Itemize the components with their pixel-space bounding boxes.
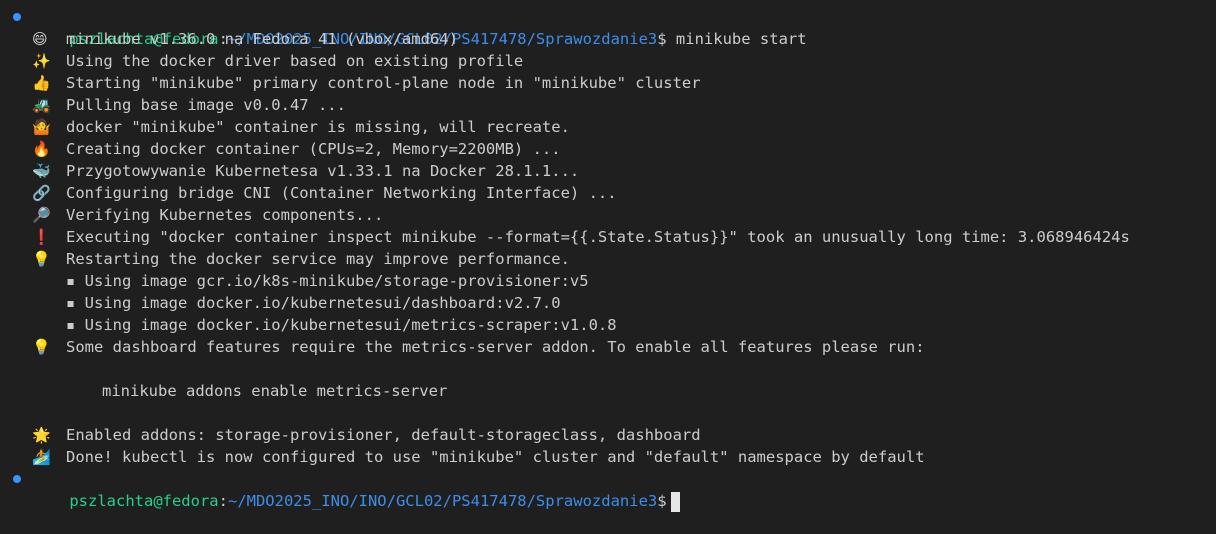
image-line: ▪ Using image gcr.io/k8s-minikube/storag… (66, 272, 589, 290)
output-text: Enabled addons: storage-provisioner, def… (66, 426, 701, 444)
output-line: 🔥 Creating docker container (CPUs=2, Memo… (0, 138, 1216, 160)
output-text: docker "minikube" container is missing, … (66, 118, 570, 136)
output-line: 💡 Restarting the docker service may impro… (0, 248, 1216, 270)
command-status-dot-icon[interactable] (13, 13, 21, 21)
star-icon: 🌟 (32, 426, 51, 444)
image-line: ▪ Using image docker.io/kubernetesui/met… (66, 316, 617, 334)
exclamation-icon: ❗ (32, 228, 51, 246)
terminal-window[interactable]: pszlachta@fedora:~/MDO2025_INO/INO/GCL02… (0, 0, 1216, 512)
sparkles-icon: ✨ (32, 52, 51, 70)
shrug-icon: 🤷 (32, 118, 51, 136)
output-text: Using the docker driver based on existin… (66, 52, 524, 70)
output-text: Starting "minikube" primary control-plan… (66, 74, 701, 92)
lightbulb-icon: 💡 (32, 338, 51, 356)
prompt-dollar: $ (657, 492, 667, 510)
command-status-dot-icon[interactable] (13, 475, 21, 483)
output-line: ✨ Using the docker driver based on existi… (0, 50, 1216, 72)
prompt-separator: : (218, 492, 228, 510)
output-text: Executing "docker container inspect mini… (66, 228, 1130, 246)
output-text: Configuring bridge CNI (Container Networ… (66, 184, 617, 202)
output-line: 🔗 Configuring bridge CNI (Container Netwo… (0, 182, 1216, 204)
output-line: 🐳 Przygotowywanie Kubernetesa v1.33.1 na … (0, 160, 1216, 182)
prompt-line: pszlachta@fedora:~/MDO2025_INO/INO/GCL02… (0, 468, 1216, 512)
output-text: Restarting the docker service may improv… (66, 250, 570, 268)
hint-line: 💡 Some dashboard features require the met… (0, 336, 1216, 358)
output-line: ❗ Executing "docker container inspect min… (0, 226, 1216, 248)
output-text: Done! kubectl is now configured to use "… (66, 448, 925, 466)
output-line: 🌟 Enabled addons: storage-provisioner, de… (0, 424, 1216, 446)
image-line: ▪ Using image docker.io/kubernetesui/das… (66, 294, 561, 312)
output-text: Creating docker container (CPUs=2, Memor… (66, 140, 561, 158)
magnifier-icon: 🔎 (32, 206, 51, 224)
whale-icon: 🐳 (32, 162, 51, 180)
hint-command: minikube addons enable metrics-server (102, 382, 448, 400)
smiling-face-icon: 😄 (32, 30, 48, 48)
prompt-line: pszlachta@fedora:~/MDO2025_INO/INO/GCL02… (0, 6, 1216, 48)
prompt-user-host: pszlachta@fedora (69, 492, 219, 510)
output-text: Pulling base image v0.0.47 ... (66, 96, 346, 114)
output-line: 🚜 Pulling base image v0.0.47 ... (0, 94, 1216, 116)
prompt-path: ~/MDO2025_INO/INO/GCL02/PS417478/Sprawoz… (227, 492, 658, 510)
output-line: 🏄 Done! kubectl is now configured to use … (0, 446, 1216, 468)
lightbulb-icon: 💡 (32, 250, 51, 268)
output-text: Verifying Kubernetes components... (66, 206, 384, 224)
hint-text: Some dashboard features require the metr… (66, 338, 925, 356)
output-line: 🤷 docker "minikube" container is missing,… (0, 116, 1216, 138)
fire-icon: 🔥 (32, 140, 51, 158)
output-line: 😄 minikube v1.36.0 na Fedora 41 (vbox/amd… (0, 28, 1216, 50)
output-text: Przygotowywanie Kubernetesa v1.33.1 na D… (66, 162, 580, 180)
output-text: minikube v1.36.0 na Fedora 41 (vbox/amd6… (66, 30, 458, 48)
link-icon: 🔗 (32, 184, 51, 202)
output-line: 🔎 Verifying Kubernetes components... (0, 204, 1216, 226)
output-line: 👍 Starting "minikube" primary control-pla… (0, 72, 1216, 94)
surfer-icon: 🏄 (32, 448, 51, 466)
tractor-icon: 🚜 (32, 96, 51, 114)
thumbs-up-icon: 👍 (32, 74, 51, 92)
terminal-cursor[interactable] (670, 491, 680, 512)
